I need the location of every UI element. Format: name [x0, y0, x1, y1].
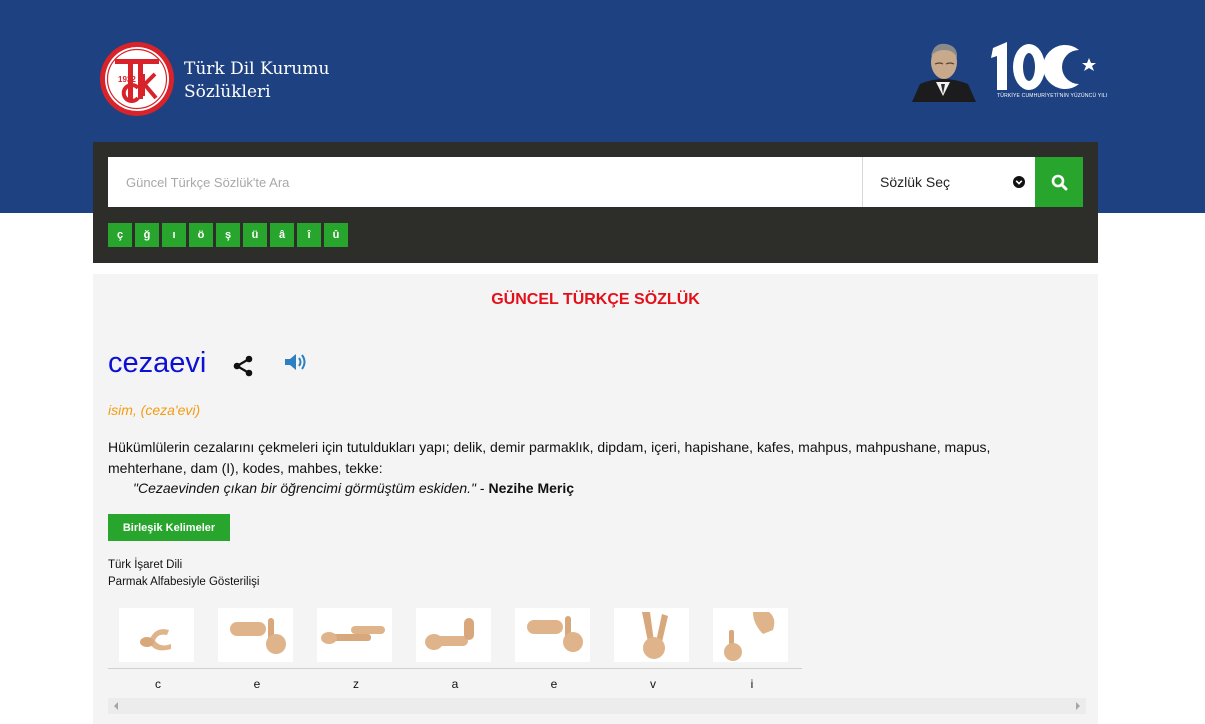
- sign-letter: e: [253, 677, 261, 691]
- dictionary-title: GÜNCEL TÜRKÇE SÖZLÜK: [491, 291, 700, 308]
- char-key-s-cedilla[interactable]: ş: [216, 223, 240, 247]
- search-button[interactable]: [1035, 157, 1083, 207]
- compound-words-button[interactable]: Birleşik Kelimeler: [108, 514, 230, 541]
- hand-sign-e-image: [218, 608, 293, 662]
- entry-word: cezaevi: [108, 347, 207, 379]
- hand-sign-c-image: [119, 608, 194, 662]
- brand-line1: Türk Dil Kurumu: [184, 59, 330, 79]
- char-key-c-cedilla[interactable]: ç: [108, 223, 132, 247]
- dictionary-select-label: Sözlük Seç: [880, 174, 951, 190]
- sign-language-title: Türk İşaret Dili Parmak Alfabesiyle Göst…: [108, 557, 259, 591]
- sign-letter: v: [650, 677, 656, 691]
- char-key-i-circumflex[interactable]: î: [297, 223, 321, 247]
- example-author[interactable]: Nezihe Meriç: [488, 480, 574, 496]
- sign-cell: e: [504, 606, 604, 698]
- sign-cell: a: [405, 606, 505, 698]
- sign-cell: z: [306, 606, 406, 698]
- horizontal-scrollbar[interactable]: [108, 698, 1086, 714]
- meaning-text: Hükümlülerin cezalarını çekmeleri için t…: [108, 439, 991, 476]
- dictionary-select[interactable]: Sözlük Seç: [862, 157, 1035, 207]
- sign-letter: i: [750, 677, 754, 691]
- centennial-text: TÜRKİYE CUMHURİYETİ'NİN YÜZÜNCÜ YILI: [997, 93, 1108, 99]
- sign-alphabet-row: c e z a e v i: [108, 606, 1086, 714]
- brand-line2: Sözlükleri: [184, 82, 271, 102]
- sign-cell: e: [207, 606, 307, 698]
- sign-letter: a: [451, 677, 459, 691]
- char-key-a-circumflex[interactable]: â: [270, 223, 294, 247]
- example-text: "Cezaevinden çıkan bir öğrencimi görmüşt…: [133, 480, 476, 496]
- word-type: isim, (ceza'evi): [108, 402, 201, 418]
- tdk-logo[interactable]: 1932: [98, 40, 176, 118]
- char-key-u-umlaut[interactable]: ü: [243, 223, 267, 247]
- char-key-o-umlaut[interactable]: ö: [189, 223, 213, 247]
- ataturk-portrait: [912, 43, 976, 102]
- sign-letter: z: [353, 677, 359, 691]
- share-icon[interactable]: [231, 354, 255, 378]
- entry-panel: GÜNCEL TÜRKÇE SÖZLÜK cezaevi isim, (ceza…: [93, 274, 1098, 724]
- sign-title-line1: Türk İşaret Dili: [108, 559, 183, 571]
- sign-cell: c: [108, 606, 208, 698]
- hand-sign-e-image: [515, 608, 590, 662]
- sign-letter: c: [155, 677, 161, 691]
- hand-sign-i-image: [713, 608, 788, 662]
- char-key-g-breve[interactable]: ğ: [135, 223, 159, 247]
- char-key-dotless-i[interactable]: ı: [162, 223, 186, 247]
- brand-title[interactable]: Türk Dil Kurumu Sözlükleri: [184, 58, 329, 104]
- sign-title-line2: Parmak Alfabesiyle Gösterilişi: [108, 576, 260, 588]
- search-input[interactable]: [108, 157, 862, 207]
- hand-sign-a-image: [416, 608, 491, 662]
- search-panel: Sözlük Seç ç ğ ı ö ş ü â î û: [93, 142, 1098, 263]
- sign-cell: i: [702, 606, 802, 698]
- logo-year: 1932: [118, 75, 136, 84]
- sign-cell: v: [603, 606, 703, 698]
- speaker-icon[interactable]: [283, 351, 309, 373]
- scroll-left-arrow-icon[interactable]: [114, 702, 118, 710]
- char-key-u-circumflex[interactable]: û: [324, 223, 348, 247]
- example-separator: -: [476, 480, 489, 496]
- search-icon: [1051, 174, 1067, 190]
- hand-sign-v-image: [614, 608, 689, 662]
- scroll-right-arrow-icon[interactable]: [1076, 702, 1080, 710]
- sign-letter: e: [550, 677, 558, 691]
- example-sentence: "Cezaevinden çıkan bir öğrencimi görmüşt…: [133, 480, 574, 496]
- special-char-keys: ç ğ ı ö ş ü â î û: [108, 223, 348, 247]
- hand-sign-z-image: [317, 608, 392, 662]
- chevron-down-icon: [1013, 176, 1025, 188]
